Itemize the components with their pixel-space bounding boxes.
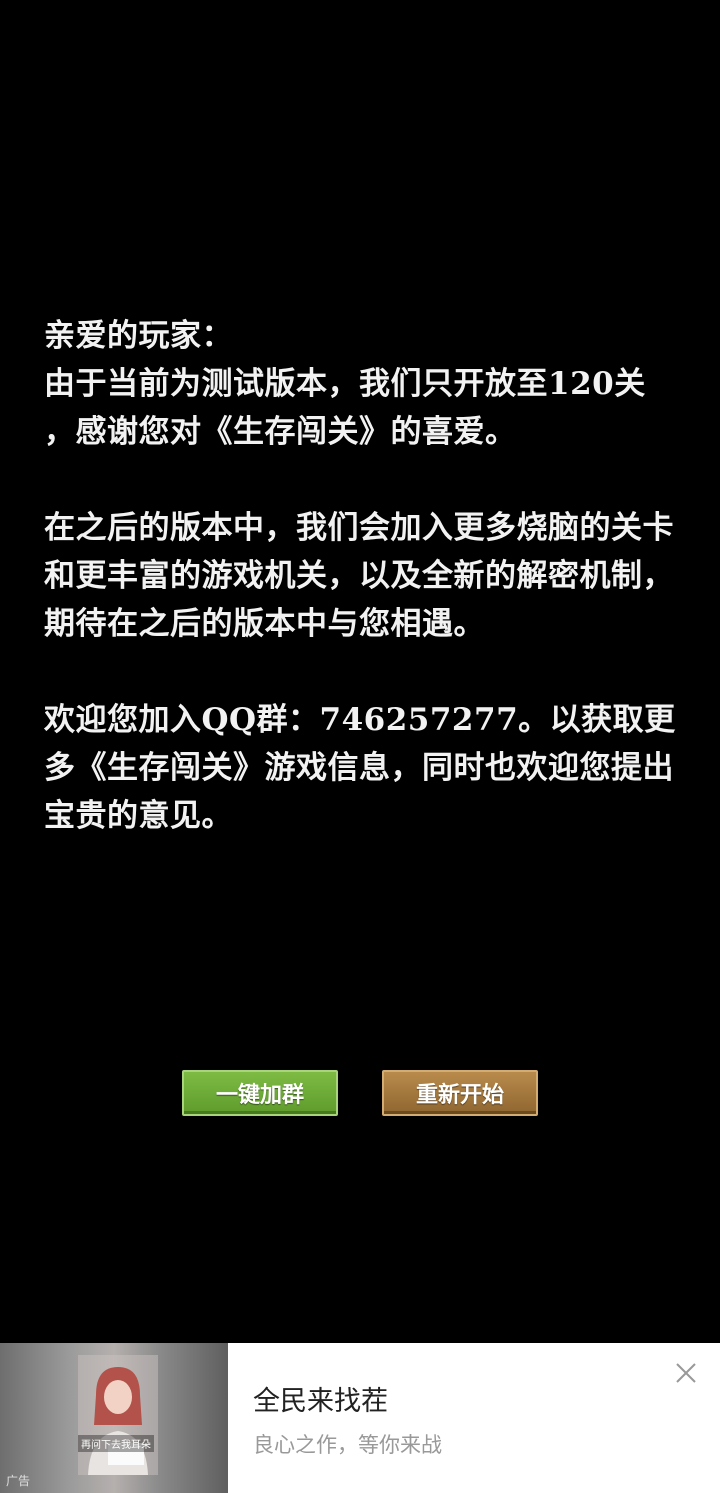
ad-thumbnail-caption: 再问下去我耳朵 [78, 1435, 154, 1452]
notice-future-versions: 在之后的版本中，我们会加入更多烧脑的关卡和更丰富的游戏机关，以及全新的解密机制，… [44, 510, 674, 642]
notice-qq-group: 欢迎您加入QQ群：746257277。以获取更多《生存闯关》游戏信息，同时也欢迎… [44, 702, 676, 834]
person-thumbnail-image [78, 1355, 158, 1475]
game-screen: 亲爱的玩家： 由于当前为测试版本，我们只开放至120关 ，感谢您对《生存闯关》的… [0, 0, 720, 1343]
ad-thumbnail[interactable]: 再问下去我耳朵 广告 [0, 1343, 228, 1493]
join-group-button[interactable]: 一键加群 [182, 1070, 338, 1116]
notice-line-thanks: ，感谢您对《生存闯关》的喜爱。 [44, 414, 517, 450]
ad-subtitle: 良心之作，等你来战 [253, 1433, 442, 1457]
restart-button[interactable]: 重新开始 [382, 1070, 538, 1116]
notice-greeting: 亲爱的玩家： [44, 318, 233, 354]
notice-text: 亲爱的玩家： 由于当前为测试版本，我们只开放至120关 ，感谢您对《生存闯关》的… [44, 312, 684, 840]
close-icon[interactable] [672, 1359, 700, 1387]
ad-label: 广告 [6, 1474, 31, 1488]
ad-title[interactable]: 全民来找茬 [253, 1379, 388, 1418]
notice-line-version: 由于当前为测试版本，我们只开放至120关 [44, 366, 646, 402]
ad-banner[interactable]: 再问下去我耳朵 广告 全民来找茬 良心之作，等你来战 [0, 1343, 720, 1493]
